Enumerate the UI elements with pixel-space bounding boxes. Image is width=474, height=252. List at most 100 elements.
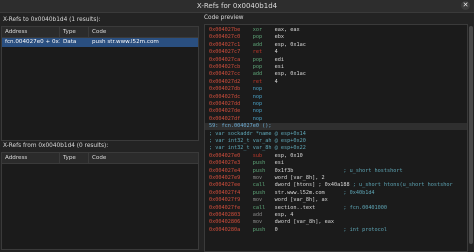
code-operand: esp, 0x10: [274, 152, 344, 159]
code-line[interactable]: 0x0040280a push 0 ; int protocol: [209, 227, 387, 234]
code-mnemonic: push: [252, 189, 275, 196]
code-address: 0x004027be: [209, 27, 253, 33]
table-header: Address Type Code: [2, 153, 198, 164]
code-mnemonic: nop: [252, 101, 275, 107]
code-line[interactable]: 0x004027f9 mov word [var_8h], ax: [209, 197, 343, 204]
code-line[interactable]: 0x004027d2 ret 4: [209, 79, 343, 86]
code-line[interactable]: 0x004027ee call dword [htons] ; 0x40a188…: [209, 182, 453, 189]
window-title: X-Refs for 0x0040b1d4: [196, 2, 278, 10]
code-address: 0x004027e4: [209, 167, 253, 174]
code-comment: ; fcn.00401000: [343, 204, 388, 211]
code-operand: esp, 0x1ac: [274, 71, 344, 78]
column-header-address[interactable]: Address: [2, 153, 60, 163]
code-operand: dword [htons] ; 0x40a188: [274, 182, 353, 189]
code-mnemonic: mov: [252, 175, 275, 181]
scrollbar-thumb[interactable]: [469, 26, 473, 244]
code-preview[interactable]: 0x004027be xor eax, eax 0x004027c0 pop e…: [204, 24, 468, 252]
code-mnemonic: sub: [252, 152, 275, 159]
code-address: 0x004027e0: [209, 152, 253, 159]
code-address: 0x004027db: [209, 86, 253, 93]
code-line[interactable]: 0x004027c1 add esp, 0x1ac: [209, 42, 343, 49]
column-header-type[interactable]: Type: [60, 153, 89, 163]
column-header-code[interactable]: Code: [89, 153, 198, 163]
xrefs-from-table[interactable]: Address Type Code: [1, 152, 199, 250]
var-declaration: ; var int32_t var_8h @ esp+0x22: [209, 145, 306, 152]
code-mnemonic: mov: [252, 197, 275, 204]
code-address: 0x0040280a: [209, 226, 253, 233]
row-address: fcn.004027e0 + 0x16: [5, 39, 60, 45]
code-line[interactable]: 0x004027dd nop: [209, 101, 275, 108]
code-mnemonic: push: [252, 167, 275, 174]
code-line[interactable]: 0x004027c0 pop ebx: [209, 34, 343, 41]
code-operand: ebx: [274, 34, 344, 41]
code-mnemonic: call: [252, 182, 275, 189]
var-text: ; var int32_t var_ah @ esp+0x20: [209, 138, 306, 144]
code-address: 0x004027fe: [209, 204, 253, 211]
xrefs-to-label: X-Refs to 0x0040b1d4 (1 results):: [3, 17, 101, 23]
row-code: push str.www.l52m.com: [92, 39, 159, 45]
code-mnemonic: ret: [252, 49, 275, 56]
code-line[interactable]: 0x004027fe call section..text ; fcn.0040…: [209, 205, 387, 212]
code-mnemonic: push: [252, 160, 275, 167]
code-mnemonic: xor: [252, 27, 275, 33]
title-bar: X-Refs for 0x0040b1d4 ✕: [0, 0, 474, 13]
code-line[interactable]: 0x004027c7 ret 4: [209, 49, 343, 56]
code-line[interactable]: 0x004027cc add esp, 0x1ac: [209, 71, 343, 78]
var-declaration: ; var sockaddr *name @ esp+0x14: [209, 131, 306, 138]
code-mnemonic: add: [252, 212, 275, 218]
code-address: 0x004027f4: [209, 189, 253, 196]
code-operand: esp, 4: [274, 212, 344, 218]
var-text: ; var int32_t var_8h @ esp+0x22: [209, 145, 306, 152]
code-line[interactable]: 0x004027be xor eax, eax: [209, 27, 343, 34]
code-address: 0x004027ee: [209, 182, 253, 189]
xrefs-to-table[interactable]: Address Type Code fcn.004027e0 + 0x16 Da…: [1, 26, 199, 141]
code-operand: str.www.l52m.com: [274, 189, 344, 196]
code-address: 0x004027c1: [209, 41, 253, 48]
code-mnemonic: pop: [252, 64, 275, 70]
code-line[interactable]: 0x004027de nop: [209, 108, 275, 115]
code-line[interactable]: 0x004027e3 push esi: [209, 160, 343, 167]
code-line[interactable]: 0x004027df nop: [209, 116, 275, 123]
code-mnemonic: nop: [252, 115, 275, 122]
var-declaration: ; var int32_t var_ah @ esp+0x20: [209, 138, 306, 145]
code-line[interactable]: 0x00402806 mov dword [var_8h], eax: [209, 219, 343, 226]
code-operand: esi: [274, 64, 344, 70]
code-address: 0x004027c7: [209, 49, 253, 56]
code-line[interactable]: 0x004027dc nop: [209, 94, 275, 101]
code-address: 0x004027e3: [209, 160, 253, 167]
code-address: 0x004027dd: [209, 101, 253, 107]
column-header-code[interactable]: Code: [89, 27, 198, 37]
code-line[interactable]: 0x00402803 add esp, 4: [209, 212, 343, 219]
column-header-type[interactable]: Type: [60, 27, 89, 37]
column-header-address[interactable]: Address: [2, 27, 60, 37]
code-comment: ; 0x40b1d4: [343, 189, 375, 196]
code-operand: dword [var_8h], eax: [274, 219, 344, 226]
table-row[interactable]: fcn.004027e0 + 0x16 Data push str.www.l5…: [2, 38, 198, 47]
code-operand: edi: [274, 56, 344, 63]
row-type: Data: [63, 39, 77, 45]
code-operand: word [var_8h], ax: [274, 197, 344, 204]
code-line[interactable]: 0x004027e4 push 0x1f3b ; u_short hostsho…: [209, 168, 403, 175]
code-mnemonic: pop: [252, 56, 275, 63]
code-address: 0x004027c0: [209, 34, 253, 41]
function-name: 59: fcn.004027e0 ();: [209, 123, 272, 130]
code-mnemonic: push: [252, 226, 275, 233]
code-mnemonic: nop: [252, 86, 275, 93]
code-mnemonic: add: [252, 71, 275, 78]
code-operand: 4: [274, 78, 344, 85]
code-scrollbar[interactable]: [468, 24, 474, 250]
code-line[interactable]: 0x004027e9 mov word [var_8h], 2: [209, 175, 343, 182]
code-line[interactable]: 0x004027db nop: [209, 86, 275, 93]
code-line[interactable]: 0x004027f4 push str.www.l52m.com ; 0x40b…: [209, 190, 375, 197]
xrefs-panel: X-Refs to 0x0040b1d4 (1 results): Addres…: [0, 13, 199, 250]
code-line[interactable]: 0x004027e0 sub esp, 0x10: [209, 153, 343, 160]
code-mnemonic: mov: [252, 219, 275, 226]
code-line[interactable]: 0x004027cb pop esi: [209, 64, 343, 71]
close-icon[interactable]: ✕: [461, 1, 470, 10]
code-address: 0x004027cb: [209, 64, 253, 70]
code-operand: eax, eax: [274, 27, 344, 33]
code-line[interactable]: 0x004027ca pop edi: [209, 57, 343, 64]
code-comment: ; u_short hostshort: [343, 167, 403, 174]
code-preview-panel: Code preview 0x004027be xor eax, eax 0x0…: [200, 13, 474, 252]
code-operand: 0: [274, 226, 344, 233]
